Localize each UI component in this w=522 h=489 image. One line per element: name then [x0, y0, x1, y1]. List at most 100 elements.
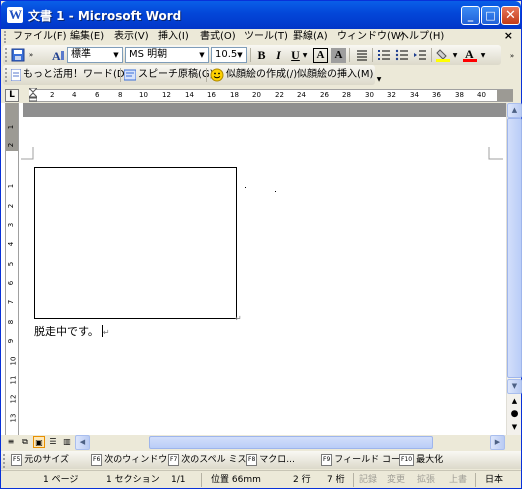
word-app-icon[interactable]	[7, 7, 23, 23]
align-justify-icon[interactable]	[355, 48, 369, 62]
save-icon[interactable]	[11, 48, 25, 62]
scroll-right-button[interactable]: ▶	[490, 435, 505, 450]
text-box[interactable]	[34, 167, 237, 319]
horizontal-ruler-area: L 2 4 6 8 10 12 14 16 18 20 22 24 26 28 …	[1, 87, 521, 103]
status-section[interactable]: 1 セクション	[106, 474, 160, 486]
menu-file[interactable]: ファイル(F)	[13, 30, 67, 44]
status-pages[interactable]: 1/1	[171, 474, 185, 486]
menu-insert[interactable]: 挿入(I)	[158, 30, 189, 44]
reading-layout-icon[interactable]: ▥	[61, 436, 73, 448]
close-button[interactable]: ✕	[501, 6, 520, 25]
outline-view-icon[interactable]: ☰	[47, 436, 59, 448]
font-size-dropdown[interactable]: 10.5 ▼	[211, 47, 247, 63]
ruler-tick: 4	[7, 241, 16, 247]
highlight-icon[interactable]	[436, 48, 450, 62]
status-trk[interactable]: 変更	[387, 474, 405, 486]
status-language[interactable]: 日本	[485, 474, 503, 486]
menu-window[interactable]: ウィンドウ(W)	[337, 30, 405, 44]
scroll-down-button[interactable]: ▼	[507, 379, 522, 394]
word-helper-button[interactable]: もっと活用！ワード(D)	[23, 69, 129, 81]
status-ovr[interactable]: 上書	[449, 474, 467, 486]
chevron-down-icon: ▼	[237, 51, 243, 59]
style-dropdown[interactable]: 標準 ▼	[67, 47, 123, 63]
fkey-f6[interactable]: F6 次のウィンドウ	[91, 454, 167, 466]
svg-text:A: A	[52, 49, 61, 62]
tab-selector[interactable]: L	[5, 89, 19, 102]
status-ext[interactable]: 拡張	[417, 474, 435, 486]
vertical-ruler[interactable]: 1 2 1 2 3 4 5 6 7 8 9 10 11 12 13	[5, 103, 19, 435]
indent-marker-icon[interactable]	[27, 87, 39, 102]
status-separator	[475, 473, 476, 487]
ruler-tick: 1	[7, 124, 16, 130]
menu-help[interactable]: ヘルプ(H)	[399, 30, 444, 44]
toolbar-options-icon[interactable]: »	[27, 48, 35, 62]
menu-view[interactable]: 表示(V)	[114, 30, 149, 44]
numbering-icon[interactable]	[377, 48, 391, 62]
addin-toolbar: もっと活用！ワード(D) スピーチ原稿(G) 似顔絵の作成(/) 似顔絵の挿入(…	[3, 65, 375, 85]
status-column[interactable]: 7 桁	[327, 474, 345, 486]
bullets-icon[interactable]	[395, 48, 409, 62]
ruler-tick: 16	[207, 91, 216, 99]
document-close-icon[interactable]: ×	[504, 29, 513, 42]
vertical-scroll-thumb[interactable]	[507, 118, 522, 378]
styles-pane-icon[interactable]: A	[51, 48, 65, 63]
toolbar-grip[interactable]	[5, 48, 8, 62]
fkey-f9[interactable]: F9 フィールド コー...	[321, 454, 409, 466]
menubar-grip[interactable]	[4, 31, 7, 43]
italic-button[interactable]: I	[271, 48, 286, 63]
web-layout-icon[interactable]: ⧉	[19, 436, 31, 448]
fkey-f8[interactable]: F8 マクロ...	[246, 454, 295, 466]
ruler-tick: 2	[7, 142, 16, 148]
title-bar[interactable]: 文書 1 - Microsoft Word _ □ ✕	[1, 1, 521, 29]
char-shading-button[interactable]: A	[331, 48, 346, 63]
horizontal-ruler[interactable]: 2 4 6 8 10 12 14 16 18 20 22 24 26 28 30…	[27, 87, 513, 102]
toolbar-grip[interactable]	[5, 68, 8, 82]
next-page-icon[interactable]: ▼	[507, 420, 522, 434]
maximize-button[interactable]: □	[481, 6, 500, 25]
status-line[interactable]: 2 行	[293, 474, 311, 486]
status-separator	[201, 473, 202, 487]
font-color-options-icon[interactable]: ▼	[479, 49, 487, 63]
create-portrait-button[interactable]: 似顔絵の作成(/)	[226, 69, 297, 81]
speech-draft-button[interactable]: スピーチ原稿(G)	[138, 69, 214, 81]
vertical-scrollbar[interactable]: ▲ ▼ ▲ ● ▼	[506, 103, 522, 435]
normal-view-icon[interactable]: ≡	[5, 436, 17, 448]
bold-button[interactable]: B	[254, 48, 269, 63]
underline-options-icon[interactable]: ▼	[301, 49, 309, 63]
char-border-button[interactable]: A	[313, 48, 328, 63]
highlight-options-icon[interactable]: ▼	[451, 49, 459, 63]
status-rec[interactable]: 記録	[359, 474, 377, 486]
font-color-button[interactable]: A	[463, 47, 477, 62]
toolbar-overflow-icon[interactable]: ▼	[375, 73, 383, 87]
font-dropdown[interactable]: MS 明朝 ▼	[125, 47, 209, 63]
paragraph-mark: ↵	[235, 314, 242, 323]
horizontal-scroll-thumb[interactable]	[149, 436, 433, 449]
ruler-tick: 12	[9, 394, 18, 404]
menu-edit[interactable]: 編集(E)	[70, 30, 104, 44]
minimize-button[interactable]: _	[461, 6, 480, 25]
toolbar-grip[interactable]	[3, 454, 6, 468]
menu-tools[interactable]: ツール(T)	[244, 30, 288, 44]
print-layout-icon[interactable]: ▣	[33, 436, 45, 448]
chevron-down-icon: ▼	[199, 51, 205, 59]
status-position[interactable]: 位置 66mm	[211, 474, 261, 486]
toolbar-overflow-icon[interactable]: »	[507, 49, 517, 63]
insert-portrait-button[interactable]: 似顔絵の挿入(M)	[297, 69, 373, 81]
ruler-tick: 6	[95, 91, 100, 99]
fkey-f5[interactable]: F5 元のサイズ	[11, 454, 69, 466]
document-body[interactable]: 脱走中です。 ↵	[34, 323, 110, 339]
scroll-up-button[interactable]: ▲	[507, 103, 522, 118]
increase-indent-icon[interactable]	[413, 48, 427, 62]
status-page[interactable]: 1 ページ	[43, 474, 78, 486]
menu-format[interactable]: 書式(O)	[200, 30, 236, 44]
fkey-f7[interactable]: F7 次のスペル ミス	[168, 454, 247, 466]
browse-object-icon[interactable]: ●	[507, 407, 522, 421]
ruler-tick: 38	[455, 91, 464, 99]
fkey-f10[interactable]: F10 最大化	[399, 454, 443, 466]
previous-page-icon[interactable]: ▲	[507, 394, 522, 408]
toolbar-separator	[372, 48, 373, 62]
menu-table[interactable]: 罫線(A)	[293, 30, 328, 44]
scroll-left-button[interactable]: ◀	[75, 435, 90, 450]
document-area[interactable]: 1 2 1 2 3 4 5 6 7 8 9 10 11 12 13 ↵ 脱走中で…	[1, 103, 506, 435]
ruler-tick: 2	[7, 203, 16, 209]
